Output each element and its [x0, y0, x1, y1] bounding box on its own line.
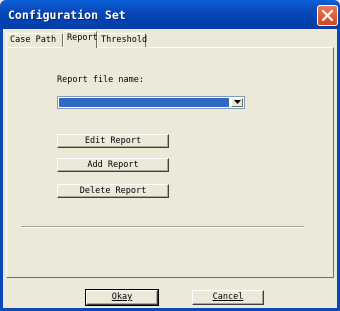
cancel-label: Cancel [212, 292, 244, 302]
tab-report[interactable]: Report [63, 31, 98, 48]
chevron-down-icon [234, 100, 241, 104]
tab-label: Case Path [10, 35, 57, 45]
report-file-name-dropdown[interactable] [57, 96, 245, 109]
delete-report-button[interactable]: Delete Report [57, 184, 169, 198]
report-file-name-label: Report file name: [57, 75, 144, 85]
title-bar[interactable]: Configuration Set [0, 0, 340, 29]
edit-report-button[interactable]: Edit Report [57, 134, 169, 148]
report-tab-panel [6, 47, 334, 278]
window-title: Configuration Set [8, 8, 126, 22]
okay-label: Okay [111, 292, 133, 302]
okay-button[interactable]: Okay [86, 290, 158, 305]
close-button[interactable] [317, 5, 338, 26]
divider [21, 226, 304, 228]
report-file-name-field[interactable] [59, 98, 229, 107]
close-icon [322, 10, 333, 21]
window-frame-left [0, 29, 3, 311]
tab-label: Report [67, 33, 98, 43]
tab-threshold[interactable]: Threshold [97, 33, 148, 47]
tab-case-path[interactable]: Case Path [6, 33, 63, 47]
dropdown-button[interactable] [231, 98, 243, 107]
add-report-button[interactable]: Add Report [57, 158, 169, 172]
tab-label: Threshold [101, 35, 148, 45]
cancel-button[interactable]: Cancel [192, 290, 264, 305]
